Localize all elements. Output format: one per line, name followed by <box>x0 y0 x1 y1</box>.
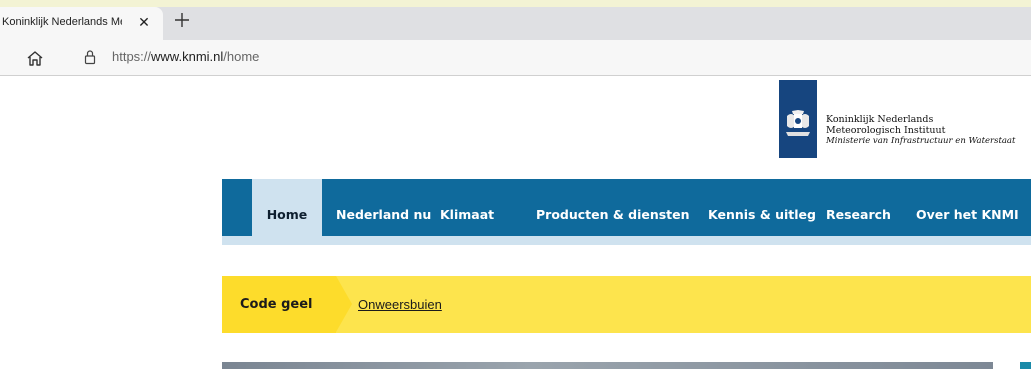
knmi-logo[interactable] <box>779 80 817 158</box>
browser-tab[interactable]: Koninklijk Nederlands Me ✕ <box>0 7 163 40</box>
url-host: www.knmi.nl <box>151 49 224 64</box>
alert-link[interactable]: Onweersbuien <box>358 276 442 333</box>
home-icon[interactable] <box>25 49 45 67</box>
url-path: /home <box>223 49 260 64</box>
url-field[interactable]: https://www.knmi.nl/home <box>112 49 259 64</box>
browser-tab-bar: Koninklijk Nederlands Me ✕ <box>0 0 1031 40</box>
close-icon[interactable]: ✕ <box>136 14 152 32</box>
nav-item-research[interactable]: Research <box>826 179 891 236</box>
ministry-name: Ministerie van Infrastructuur en Waterst… <box>826 136 1016 146</box>
main-navigation: Home Nederland nu Klimaat Producten & di… <box>222 179 1031 236</box>
alert-arrow <box>336 276 352 332</box>
hero-image <box>222 362 993 369</box>
alert-level-label: Code geel <box>222 276 336 333</box>
tab-title: Koninklijk Nederlands Me <box>2 16 122 28</box>
address-bar: https://www.knmi.nl/home <box>0 40 1031 76</box>
side-accent-block <box>1020 362 1031 369</box>
url-scheme: https:// <box>112 49 152 64</box>
org-name-line2: Meteorologisch Instituut <box>826 125 946 136</box>
tab-bar-top-strip <box>0 0 1031 7</box>
lock-icon[interactable] <box>84 49 96 65</box>
nav-item-kennis-uitleg[interactable]: Kennis & uitleg <box>708 179 816 236</box>
nav-underline-strip <box>222 236 1031 245</box>
organization-name: Koninklijk Nederlands Meteorologisch Ins… <box>826 114 1015 147</box>
nav-item-home[interactable]: Home <box>252 179 322 236</box>
weather-alert-banner: Code geel Onweersbuien <box>222 276 1031 333</box>
nav-item-producten-diensten[interactable]: Producten & diensten <box>536 179 690 236</box>
nav-item-nederland-nu[interactable]: Nederland nu <box>336 179 431 236</box>
nav-item-over-het-knmi[interactable]: Over het KNMI <box>916 179 1019 236</box>
coat-of-arms-icon <box>786 110 810 136</box>
nav-item-klimaat[interactable]: Klimaat <box>440 179 494 236</box>
new-tab-icon[interactable] <box>173 11 191 29</box>
org-name-line1: Koninklijk Nederlands <box>826 114 934 125</box>
